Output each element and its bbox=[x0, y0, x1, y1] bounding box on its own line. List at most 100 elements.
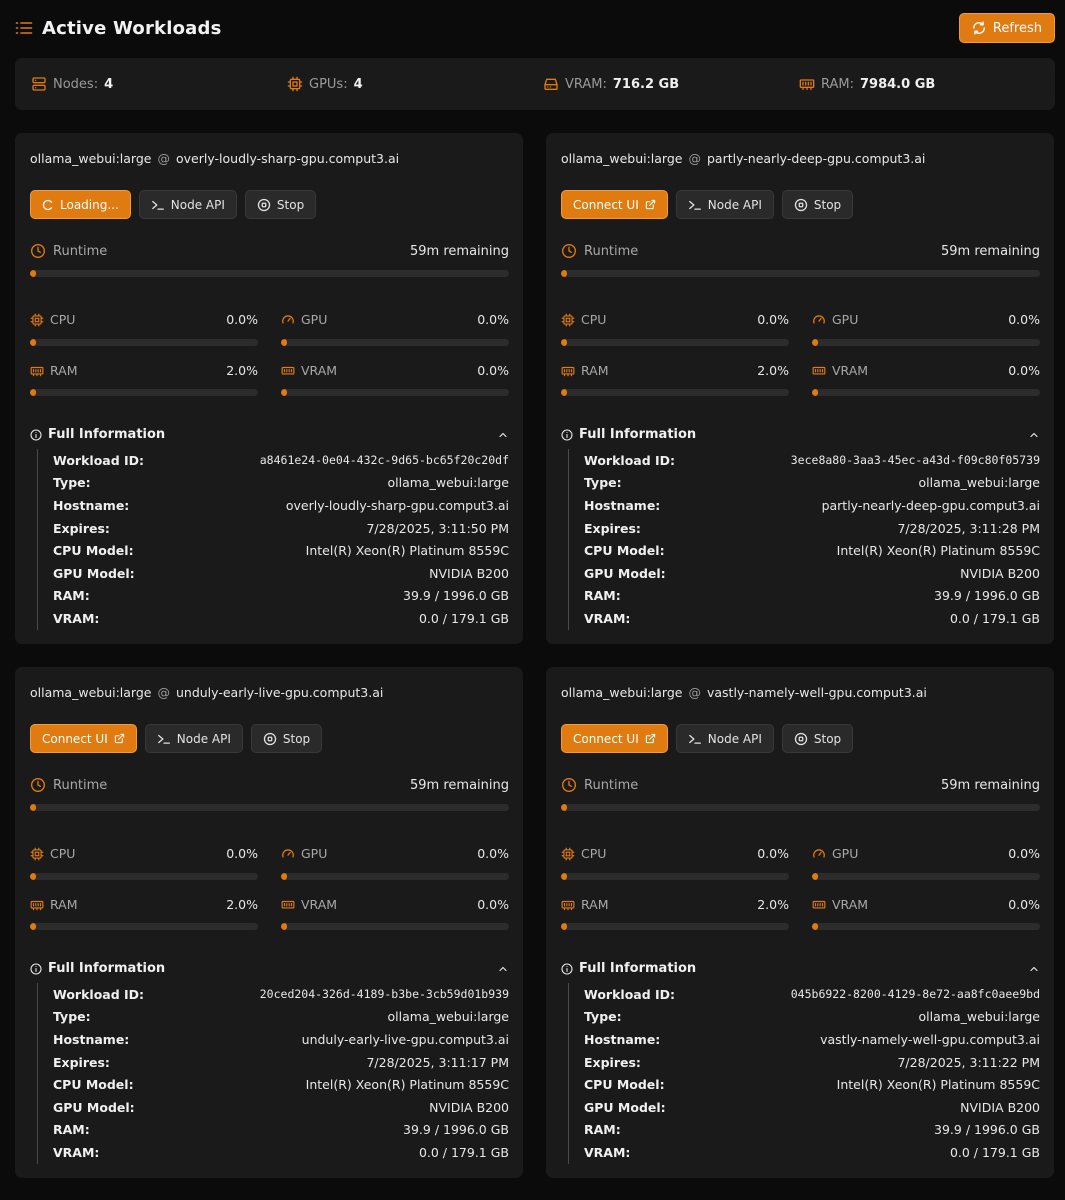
stop-circle-icon bbox=[794, 198, 808, 212]
clock-icon bbox=[561, 777, 577, 793]
info-icon bbox=[561, 962, 573, 975]
info-value: 7/28/2025, 3:11:50 PM bbox=[366, 520, 509, 536]
full-info-toggle[interactable]: Full Information bbox=[30, 427, 509, 442]
info-title-wrap: Full Information bbox=[561, 961, 696, 976]
connect-ui-button[interactable]: Connect UI bbox=[561, 724, 668, 753]
runtime-remaining: 59m remaining bbox=[941, 243, 1040, 259]
metric-label-wrap: VRAM bbox=[281, 897, 337, 912]
drive-icon bbox=[543, 76, 559, 92]
connect-ui-button[interactable]: Loading... bbox=[30, 190, 131, 219]
full-info-toggle[interactable]: Full Information bbox=[30, 961, 509, 976]
runtime-progress-bar bbox=[561, 804, 1040, 811]
node-api-button[interactable]: Node API bbox=[144, 724, 243, 753]
chevron-up-icon[interactable] bbox=[1028, 963, 1040, 975]
metric-label-wrap: VRAM bbox=[812, 363, 868, 378]
metric-value: 0.0% bbox=[477, 846, 509, 861]
metric-label: VRAM bbox=[301, 897, 338, 912]
info-value: NVIDIA B200 bbox=[960, 565, 1040, 581]
info-details: Workload ID: a8461e24-0e04-432c-9d65-bc65… bbox=[37, 449, 509, 630]
memory-icon bbox=[281, 364, 295, 378]
refresh-button[interactable]: Refresh bbox=[958, 13, 1055, 43]
info-key: GPU Model: bbox=[584, 1099, 666, 1115]
metric-label-wrap: GPU bbox=[812, 312, 858, 327]
metric-value: 0.0% bbox=[477, 312, 509, 327]
ram-progress-fill bbox=[561, 389, 567, 396]
metric-label-wrap: GPU bbox=[281, 312, 327, 327]
metric-label-wrap: RAM bbox=[561, 363, 609, 378]
ram-progress-bar bbox=[561, 389, 789, 396]
workload-card: ollama_webui:large @ overly-loudly-sharp… bbox=[15, 133, 523, 644]
cpu-progress-fill bbox=[561, 873, 567, 880]
workload-type: ollama_webui:large bbox=[30, 685, 152, 700]
node-api-button[interactable]: Node API bbox=[675, 190, 774, 219]
metric-label: CPU bbox=[50, 312, 76, 327]
chevron-up-icon[interactable] bbox=[497, 963, 509, 975]
ram-progress-fill bbox=[30, 923, 36, 930]
card-actions: Loading... Node API Stop bbox=[30, 190, 317, 219]
stop-button[interactable]: Stop bbox=[244, 190, 317, 219]
at-sign: @ bbox=[688, 685, 701, 700]
title-wrap: Active Workloads bbox=[15, 18, 222, 39]
info-row: Workload ID: 3ece8a80-3aa3-45ec-a43d-f09c… bbox=[584, 449, 1040, 472]
info-row: CPU Model: Intel(R) Xeon(R) Platinum 8559… bbox=[584, 1073, 1040, 1096]
info-row: RAM: 39.9 / 1996.0 GB bbox=[584, 1119, 1040, 1142]
metric-value: 2.0% bbox=[757, 897, 789, 912]
chevron-up-icon[interactable] bbox=[497, 429, 509, 441]
workload-type: ollama_webui:large bbox=[30, 151, 152, 166]
stop-label: Stop bbox=[813, 197, 842, 212]
connect-ui-button[interactable]: Connect UI bbox=[30, 724, 137, 753]
cpu-chip-icon bbox=[561, 313, 575, 327]
stat-label: Nodes: bbox=[53, 76, 99, 92]
stat-vram: VRAM: 716.2 GB bbox=[543, 76, 799, 92]
chevron-up-icon[interactable] bbox=[1028, 429, 1040, 441]
info-key: Expires: bbox=[584, 520, 641, 536]
gpu-progress-fill bbox=[812, 873, 818, 880]
info-icon bbox=[30, 428, 42, 441]
metric-gpu: GPU 0.0% bbox=[812, 846, 1040, 861]
info-key: Expires: bbox=[584, 1054, 641, 1070]
memory-icon bbox=[30, 364, 44, 378]
info-row: RAM: 39.9 / 1996.0 GB bbox=[53, 1119, 509, 1142]
metric-label-wrap: RAM bbox=[561, 897, 609, 912]
metric-value: 0.0% bbox=[1008, 312, 1040, 327]
metric-value: 0.0% bbox=[226, 312, 258, 327]
runtime-progress-fill bbox=[30, 804, 36, 811]
terminal-icon bbox=[688, 733, 702, 745]
metric-label: VRAM bbox=[301, 363, 338, 378]
stat-value: 7984.0 GB bbox=[860, 76, 936, 92]
info-row: Expires: 7/28/2025, 3:11:50 PM bbox=[53, 517, 509, 540]
connect-ui-button[interactable]: Connect UI bbox=[561, 190, 668, 219]
info-value: a8461e24-0e04-432c-9d65-bc65f20c20df bbox=[259, 453, 509, 468]
info-value: ollama_webui:large bbox=[918, 1009, 1040, 1025]
full-info-toggle[interactable]: Full Information bbox=[561, 427, 1040, 442]
node-api-button[interactable]: Node API bbox=[675, 724, 774, 753]
full-info-toggle[interactable]: Full Information bbox=[561, 961, 1040, 976]
metric-cpu: CPU 0.0% bbox=[561, 312, 789, 327]
stop-label: Stop bbox=[282, 731, 311, 746]
info-row: Hostname: unduly-early-live-gpu.comput3.a… bbox=[53, 1028, 509, 1051]
vram-progress-fill bbox=[812, 389, 818, 396]
card-header: ollama_webui:large @ unduly-early-live-g… bbox=[30, 685, 383, 700]
card-actions: Connect UI Node API Stop bbox=[561, 190, 854, 219]
info-value: ollama_webui:large bbox=[387, 475, 509, 491]
stop-button[interactable]: Stop bbox=[250, 724, 323, 753]
stop-button[interactable]: Stop bbox=[781, 190, 854, 219]
runtime-remaining: 59m remaining bbox=[941, 777, 1040, 793]
stop-circle-icon bbox=[794, 732, 808, 746]
metric-label-wrap: GPU bbox=[281, 846, 327, 861]
stop-button[interactable]: Stop bbox=[781, 724, 854, 753]
metric-value: 0.0% bbox=[226, 846, 258, 861]
info-value: ollama_webui:large bbox=[918, 475, 1040, 491]
metric-value: 0.0% bbox=[477, 363, 509, 378]
info-key: VRAM: bbox=[584, 610, 631, 626]
info-key: Hostname: bbox=[584, 1031, 661, 1047]
gpu-progress-bar bbox=[812, 873, 1040, 880]
info-title-wrap: Full Information bbox=[561, 427, 696, 442]
metric-label: CPU bbox=[581, 846, 607, 861]
runtime-progress-bar bbox=[30, 804, 509, 811]
ram-progress-bar bbox=[30, 389, 258, 396]
node-api-button[interactable]: Node API bbox=[138, 190, 237, 219]
server-icon bbox=[31, 76, 47, 92]
card-header: ollama_webui:large @ vastly-namely-well-… bbox=[561, 685, 927, 700]
runtime-label: Runtime bbox=[53, 243, 108, 259]
